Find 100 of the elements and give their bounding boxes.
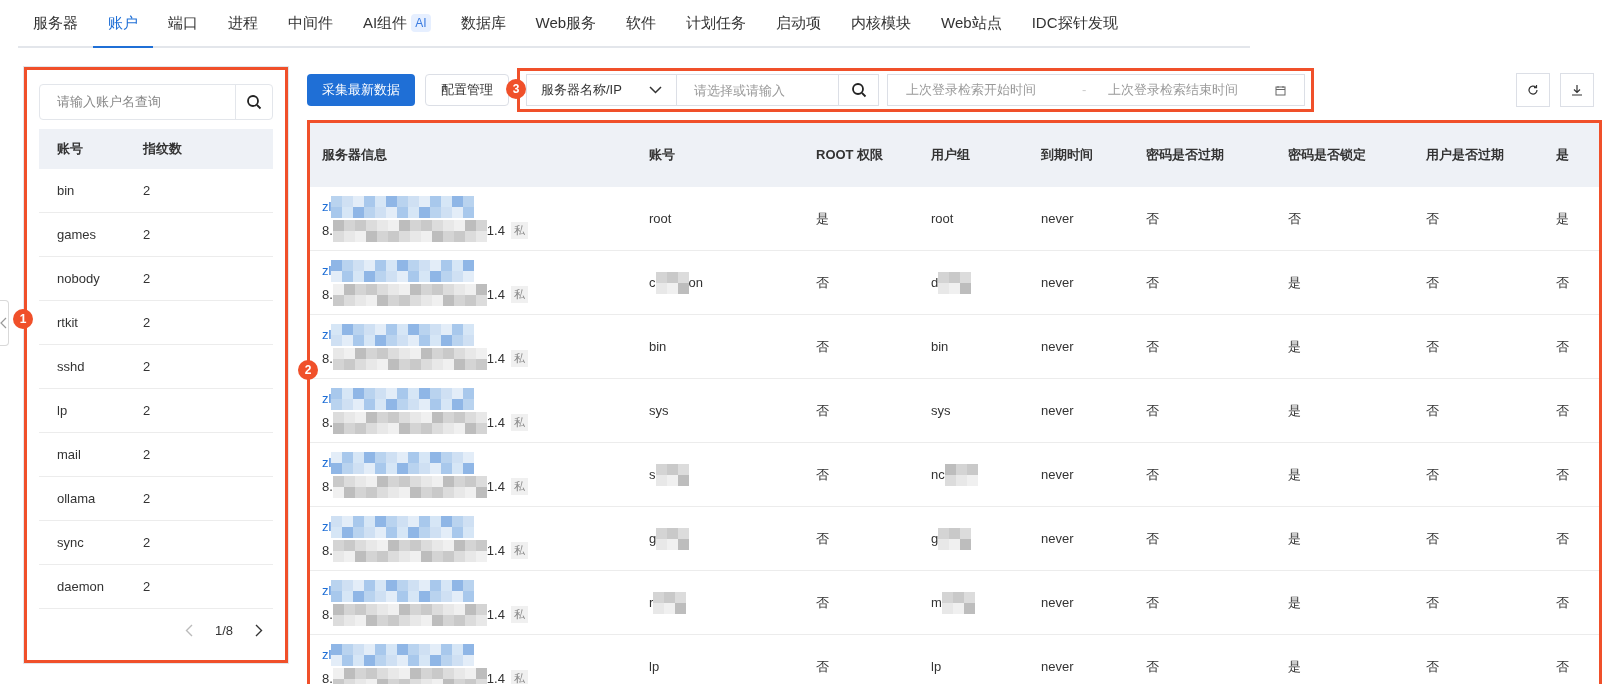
tab[interactable]: 计划任务 (671, 0, 762, 48)
column-header: 密码是否锁定 (1288, 146, 1367, 165)
server-name-link[interactable]: zl (322, 644, 332, 665)
ip-address: 1.4 (486, 221, 505, 240)
collect-data-button[interactable]: 采集最新数据 (307, 74, 415, 106)
tab[interactable]: 启动项 (761, 0, 837, 48)
table-cell: 否 (1556, 274, 1569, 290)
column-header: 账号 (56, 140, 84, 159)
ip-address: 8. (322, 285, 333, 304)
ip-address: 1.4 (486, 285, 505, 304)
server-name-link[interactable]: zl (322, 452, 332, 473)
tab[interactable]: 端口 (153, 0, 213, 48)
private-tag: 私 (510, 606, 528, 623)
tab[interactable]: 中间件 (273, 0, 348, 48)
table-cell-text: 2 (143, 181, 151, 200)
filter-input[interactable]: 请选择或请输入 (676, 74, 839, 106)
tab[interactable]: 进程 (213, 0, 273, 48)
tab[interactable]: IDC探针发现 (1016, 0, 1133, 48)
table-cell: 否 (1288, 210, 1301, 226)
annotation-badge: 3 (506, 79, 526, 99)
search-input[interactable]: 请输入账户名查询 (40, 85, 235, 119)
table-cell: 否 (1556, 338, 1569, 354)
table-cell: 否 (1146, 338, 1159, 354)
table-cell-text: g (649, 529, 657, 548)
search-button[interactable] (839, 74, 879, 106)
collapse-handle[interactable] (0, 300, 9, 346)
server-name-link[interactable]: zl (322, 260, 332, 281)
column-header: 指纹数 (143, 140, 182, 159)
table-cell: 否 (816, 594, 829, 610)
table-cell-text: g (931, 529, 939, 548)
ip-address: 8. (322, 541, 333, 560)
chevron-down-icon (649, 86, 662, 94)
table-cell: 否 (1426, 402, 1439, 418)
server-name-link[interactable]: zl (322, 196, 332, 217)
ip-address: 8. (322, 477, 333, 496)
private-tag: 私 (510, 670, 528, 684)
download-button[interactable] (1560, 73, 1594, 107)
table-cell-text: 2 (143, 577, 151, 596)
search-icon (850, 82, 867, 98)
tab[interactable]: 内核模块 (836, 0, 927, 48)
refresh-button[interactable] (1516, 73, 1550, 107)
server-name-link[interactable]: zl (322, 516, 332, 537)
next-page-button[interactable] (255, 624, 263, 638)
column-header: 用户是否过期 (1426, 146, 1505, 165)
table-cell-text: rtkit (56, 313, 79, 332)
table-cell-text: on (688, 273, 703, 292)
blurred-text (938, 527, 972, 550)
table-cell-text: daemon (56, 577, 105, 596)
column-header: 用户组 (931, 146, 971, 165)
table-cell: never (1041, 338, 1074, 354)
column-header: 账号 (649, 146, 676, 165)
table-cell-text: 2 (143, 401, 151, 420)
search-field[interactable]: 请输入账户名查询 (39, 84, 273, 120)
start-date-placeholder: 上次登录检索开始时间 (906, 81, 1037, 100)
table-cell: 否 (816, 402, 829, 418)
tab[interactable]: 软件 (611, 0, 672, 48)
table-cell-text: 2 (143, 489, 151, 508)
ip-address: 8. (322, 221, 333, 240)
table-cell-text: lp (56, 401, 69, 420)
table-cell-text: nc (931, 465, 945, 484)
server-name-link[interactable]: zl (322, 388, 332, 409)
table-cell: never (1041, 658, 1074, 674)
tab[interactable]: 账户 (93, 0, 153, 48)
table-cell-text: d (931, 273, 939, 292)
blurred-text (944, 463, 978, 486)
config-button[interactable]: 配置管理 (425, 74, 509, 106)
table-cell: 是 (1288, 338, 1301, 354)
private-tag: 私 (510, 414, 528, 431)
table-cell: 是 (1288, 274, 1301, 290)
table-cell: never (1041, 530, 1074, 546)
table-cell-text: lp (649, 657, 660, 676)
ip-address: 1.4 (486, 349, 505, 368)
table-cell-text: 2 (143, 313, 151, 332)
blurred-text (656, 527, 690, 550)
table-cell: 否 (816, 338, 829, 354)
blurred-text (655, 463, 689, 486)
range-separator: - (1082, 81, 1088, 100)
tab[interactable]: 服务器 (18, 0, 93, 48)
tab[interactable]: AI组件 AI (348, 0, 446, 48)
table-cell-text: 2 (143, 445, 151, 464)
ip-address: 8. (322, 413, 333, 432)
table-cell: 否 (1146, 658, 1159, 674)
table-cell: 否 (1556, 658, 1569, 674)
table-cell: 否 (1426, 658, 1439, 674)
server-name-link[interactable]: zl (322, 580, 332, 601)
blurred-text (941, 591, 975, 614)
table-cell: 否 (1146, 530, 1159, 546)
tab[interactable]: 数据库 (445, 0, 521, 48)
table-cell-text: lp (931, 657, 942, 676)
table-cell-text: sshd (56, 357, 86, 376)
table-cell: 否 (1146, 210, 1159, 226)
server-name-link[interactable]: zl (322, 324, 332, 345)
ip-address: 1.4 (486, 413, 505, 432)
column-header: 是 (1556, 146, 1570, 165)
tab[interactable]: Web站点 (926, 0, 1017, 48)
server-select[interactable]: 服务器名称/IP (526, 74, 676, 106)
table-cell: 否 (816, 530, 829, 546)
blurred-text (653, 591, 687, 614)
tab[interactable]: Web服务 (520, 0, 612, 48)
table-cell: 是 (1288, 658, 1301, 674)
